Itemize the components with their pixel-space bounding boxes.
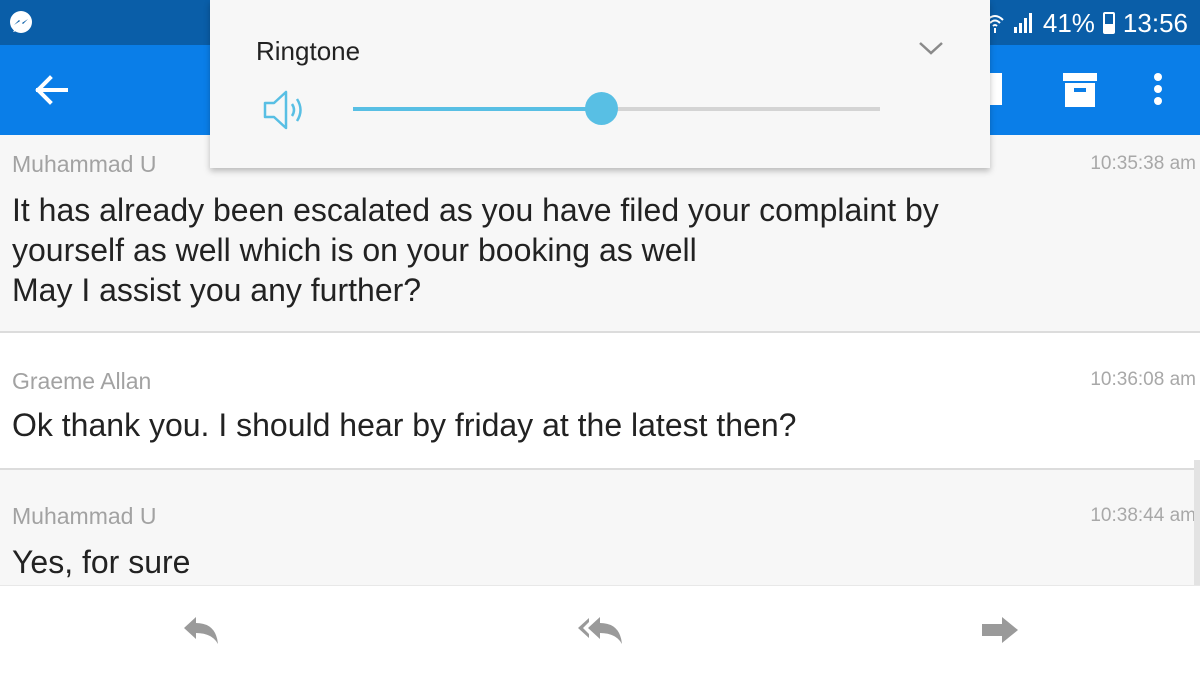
battery-percent: 41% bbox=[1042, 7, 1095, 38]
message-sender: Graeme Allan bbox=[12, 368, 152, 394]
message-time: 10:38:44 am bbox=[1090, 505, 1196, 526]
scrollbar[interactable] bbox=[1194, 460, 1200, 585]
speaker-icon[interactable] bbox=[262, 89, 310, 131]
message-body: It has already been escalated as you hav… bbox=[12, 192, 939, 308]
message-list: Muhammad U 10:35:38 am It has already be… bbox=[0, 135, 1200, 585]
message-item[interactable]: Muhammad U 10:38:44 am Yes, for sure bbox=[0, 470, 1200, 585]
archive-icon[interactable] bbox=[1062, 69, 1098, 111]
volume-slider-thumb[interactable] bbox=[584, 92, 618, 125]
volume-title: Ringtone bbox=[256, 36, 361, 66]
forward-icon[interactable] bbox=[978, 614, 1022, 648]
bottom-action-bar bbox=[0, 585, 1200, 676]
clock: 13:56 bbox=[1122, 7, 1188, 38]
message-sender: Muhammad U bbox=[12, 503, 157, 529]
reply-all-icon[interactable] bbox=[576, 614, 626, 648]
messenger-icon bbox=[10, 11, 32, 33]
message-body: Ok thank you. I should hear by friday at… bbox=[12, 407, 797, 443]
volume-slider-fill bbox=[353, 107, 601, 111]
status-icons: 41% 13:56 bbox=[985, 6, 1188, 40]
volume-panel: Ringtone bbox=[210, 0, 990, 168]
back-arrow-icon[interactable] bbox=[30, 72, 76, 108]
chevron-down-icon[interactable] bbox=[918, 40, 944, 56]
message-item[interactable]: Graeme Allan 10:36:08 am Ok thank you. I… bbox=[0, 333, 1200, 470]
message-time: 10:35:38 am bbox=[1090, 153, 1196, 174]
message-time: 10:36:08 am bbox=[1090, 369, 1196, 390]
signal-icon bbox=[1013, 13, 1032, 33]
reply-icon[interactable] bbox=[180, 614, 224, 648]
message-body: Yes, for sure bbox=[12, 544, 191, 580]
battery-icon bbox=[1102, 12, 1115, 34]
message-sender: Muhammad U bbox=[12, 151, 157, 177]
more-vert-icon[interactable] bbox=[1150, 69, 1166, 111]
volume-slider[interactable] bbox=[353, 92, 880, 125]
